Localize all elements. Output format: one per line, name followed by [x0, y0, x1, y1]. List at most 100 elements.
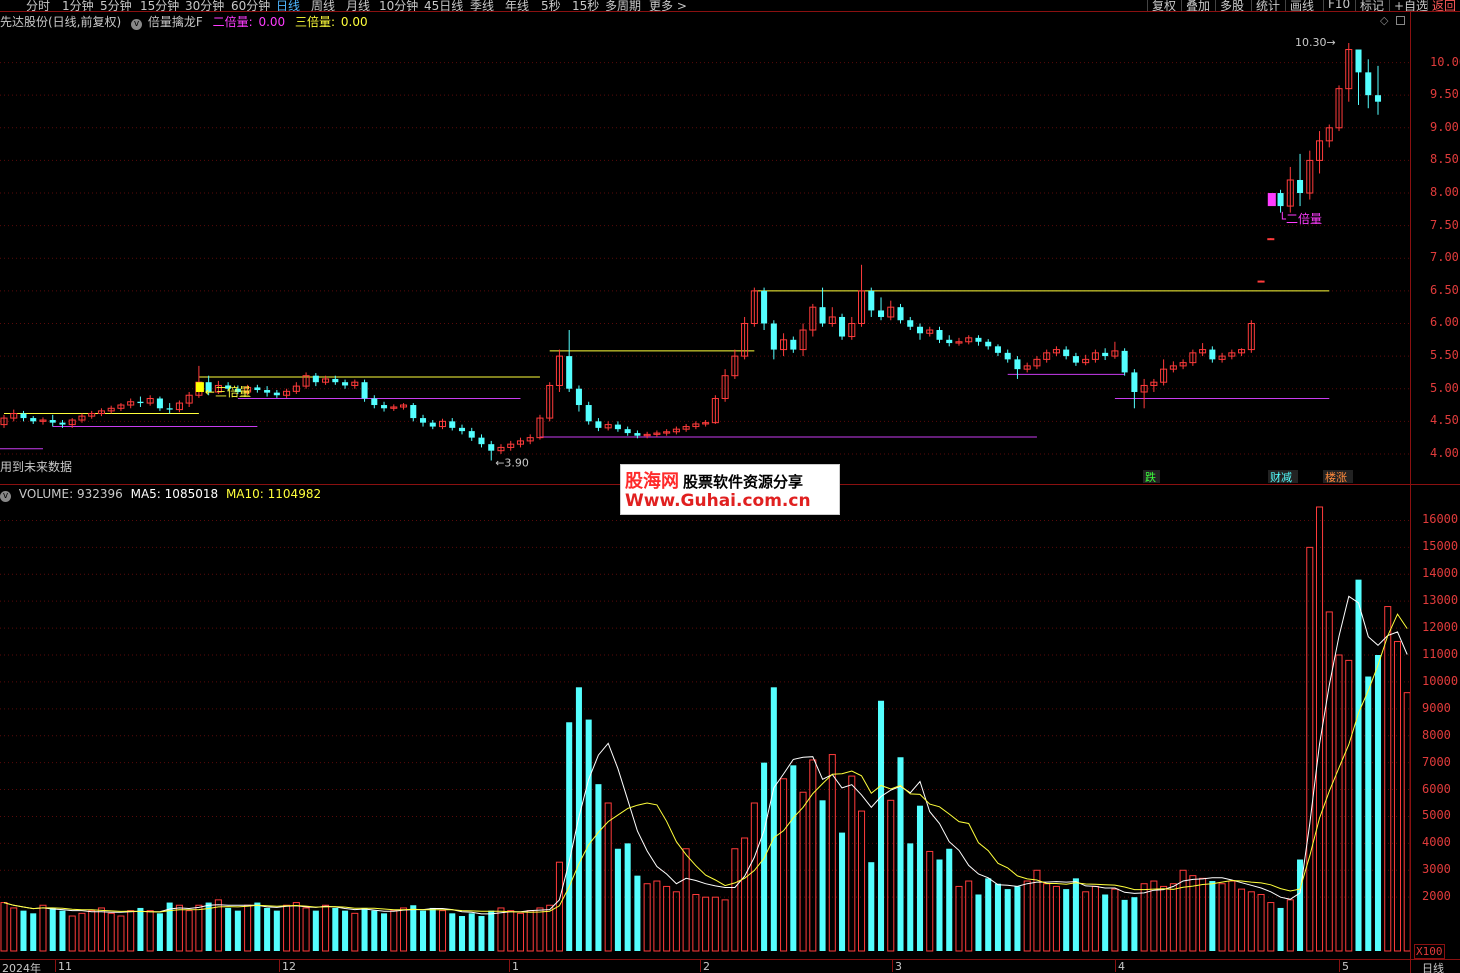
- toolbar-button[interactable]: 叠加: [1186, 0, 1210, 11]
- date-tick: [1339, 960, 1340, 972]
- price-candle: [936, 330, 943, 340]
- volume-bar: [1365, 676, 1372, 951]
- volume-tick-label: 2000: [1422, 889, 1451, 904]
- toolbar-button[interactable]: 统计: [1256, 0, 1280, 11]
- price-candle: [1121, 350, 1128, 373]
- volume-bar: [946, 848, 953, 951]
- toolbar-button[interactable]: 标记: [1360, 0, 1384, 11]
- period-tab[interactable]: 年线: [505, 0, 529, 11]
- price-candle: [137, 401, 144, 404]
- watermark-url: Www.Guhai.com.cn: [625, 491, 811, 511]
- period-tab[interactable]: 日线: [276, 0, 300, 11]
- volume-bar: [975, 894, 982, 951]
- two-times-value: 0.00: [258, 15, 286, 29]
- period-label[interactable]: 日线: [1422, 960, 1444, 973]
- high-price-marker: 10.30→: [1295, 36, 1336, 49]
- volume-bar: [420, 910, 427, 951]
- volume-bar: [361, 907, 368, 951]
- pane-menu-icon[interactable]: [1396, 16, 1405, 25]
- period-tab[interactable]: 多周期: [605, 0, 641, 11]
- volume-bar: [682, 848, 690, 952]
- price-chart[interactable]: ←三倍量 └二倍量 ←3.90 10.30→ 跌 财减 楼涨: [0, 29, 1410, 483]
- toolbar-button[interactable]: 画线: [1290, 0, 1314, 11]
- volume-bar: [10, 907, 18, 952]
- volume-bar: [88, 910, 96, 952]
- volume-bar: [595, 784, 602, 951]
- volume-bar: [516, 912, 524, 952]
- price-candle: [634, 433, 641, 436]
- stock-title[interactable]: 先达股份(日线,前复权): [0, 15, 121, 29]
- volume-bar: [156, 913, 163, 951]
- volume-bar: [234, 910, 241, 951]
- volume-tick-label: 4000: [1422, 835, 1451, 850]
- volume-bar: [244, 904, 252, 952]
- period-tab[interactable]: 60分钟: [231, 0, 270, 11]
- volume-bar: [878, 700, 885, 951]
- volume-bar: [127, 910, 135, 952]
- price-candle: [614, 424, 621, 430]
- volume-bar: [985, 878, 992, 951]
- period-tab[interactable]: 15分钟: [140, 0, 179, 11]
- toolbar-button[interactable]: 复权: [1152, 0, 1176, 11]
- toolbar-button[interactable]: 返回: [1432, 0, 1456, 11]
- volume-bar: [1131, 897, 1138, 951]
- volume-bar: [30, 913, 37, 951]
- volume-title: VOLUME:: [18, 487, 74, 501]
- volume-bar: [1072, 878, 1079, 951]
- price-candle: [478, 437, 485, 445]
- volume-bar: [672, 891, 680, 952]
- price-candle: [361, 382, 368, 399]
- volume-bar: [351, 912, 359, 952]
- volume-bar: [59, 910, 66, 951]
- period-tab[interactable]: 分时: [26, 0, 50, 11]
- date-tick-label: 2: [703, 960, 710, 973]
- volume-bar: [458, 916, 466, 951]
- volume-bar: [926, 850, 934, 952]
- volume-chart[interactable]: [0, 501, 1410, 959]
- watermark: 股海网 股票软件资源分享 Www.Guhai.com.cn: [620, 464, 840, 515]
- period-tab[interactable]: 15秒: [572, 0, 599, 11]
- volume-bar: [1393, 641, 1402, 952]
- volume-bar: [1277, 907, 1284, 951]
- volume-bar: [1228, 880, 1236, 952]
- volume-bar: [1160, 885, 1168, 952]
- period-tab[interactable]: 30分钟: [185, 0, 224, 11]
- volume-tick-label: 12000: [1422, 620, 1459, 635]
- volume-bar: [711, 896, 719, 952]
- toolbar-button[interactable]: +自选: [1394, 0, 1428, 11]
- volume-tick-label: 10000: [1422, 673, 1459, 688]
- diamond-icon[interactable]: ◇: [1380, 14, 1388, 27]
- period-tab[interactable]: 45日线: [424, 0, 463, 11]
- period-tab[interactable]: 更多 >: [649, 0, 687, 11]
- volume-bar: [175, 904, 183, 952]
- price-tick-label: 6.00: [1430, 315, 1459, 330]
- period-tab[interactable]: 月线: [346, 0, 370, 11]
- price-candle: [994, 346, 1001, 353]
- volume-bar: [1209, 881, 1216, 951]
- price-candle: [975, 337, 982, 342]
- volume-bar: [429, 907, 436, 951]
- price-candle: [1072, 356, 1079, 363]
- indicator-name[interactable]: 倍量擒龙F: [148, 15, 203, 29]
- volume-bar: [828, 754, 836, 952]
- period-tab[interactable]: 10分钟: [379, 0, 418, 11]
- toolbar-button[interactable]: F10: [1328, 0, 1350, 11]
- period-tab[interactable]: 5秒: [541, 0, 561, 11]
- volume-bar: [907, 843, 914, 951]
- date-tick: [1115, 960, 1116, 972]
- period-tab[interactable]: 季线: [470, 0, 494, 11]
- date-axis-separator: [0, 959, 1460, 960]
- volume-bar: [1121, 899, 1128, 951]
- period-tab[interactable]: 周线: [311, 0, 335, 11]
- date-tick-label: 2024年: [2, 962, 41, 973]
- volume-bar: [478, 916, 485, 951]
- period-tab[interactable]: 5分钟: [100, 0, 132, 11]
- volume-bar: [1355, 579, 1362, 951]
- volume-bar: [264, 907, 271, 951]
- volume-bar: [994, 883, 1001, 951]
- toolbar-divider: [1285, 0, 1286, 11]
- toolbar-button[interactable]: 多股: [1220, 0, 1244, 11]
- volume-bar: [302, 907, 310, 952]
- volume-bar: [1345, 659, 1353, 952]
- period-tab[interactable]: 1分钟: [62, 0, 94, 11]
